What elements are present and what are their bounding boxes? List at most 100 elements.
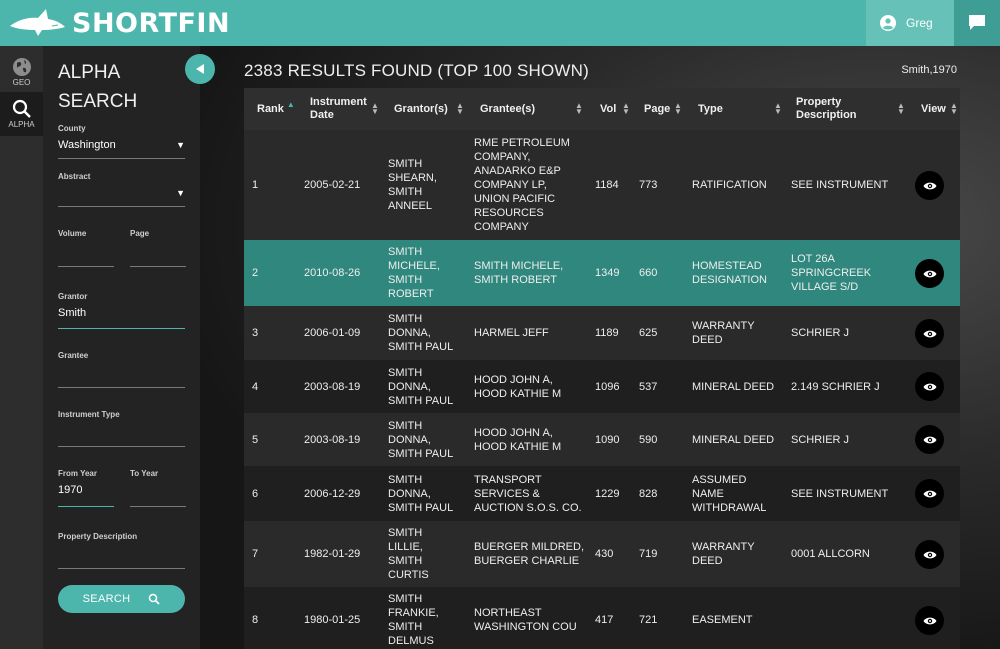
cell-date: 2010-08-26 <box>304 267 361 279</box>
cell-page: 828 <box>639 487 658 500</box>
cell-type: MINERAL DEED <box>692 433 775 446</box>
column-header-type[interactable]: Type ▲ ▼ <box>698 88 784 130</box>
column-header-grantor[interactable]: Grantor(s) ▲ ▼ <box>394 88 466 130</box>
cell-vol: 1090 <box>595 433 620 446</box>
volume-label: Volume <box>58 229 87 238</box>
user-menu[interactable]: Greg <box>866 0 954 46</box>
column-header-property-description[interactable]: Property Description ▲ ▼ <box>796 88 906 130</box>
abstract-value <box>58 185 185 201</box>
table-row[interactable]: 4 2003-08-19 SMITH DONNA, SMITH PAUL HOOD JOH… <box>244 360 960 413</box>
collapse-panel-button[interactable] <box>185 54 215 84</box>
cell-page: 625 <box>639 327 658 339</box>
cell-vol: 1349 <box>595 267 620 279</box>
sort-asc-icon: ▲ <box>286 100 295 109</box>
cell-page: 719 <box>639 548 658 560</box>
cell-rank: 3 <box>252 327 259 339</box>
instrument-type-value <box>58 423 185 439</box>
cell-property: SCHRIER J <box>791 327 850 339</box>
panel-title-line1: ALPHA <box>58 62 121 83</box>
column-header-vol[interactable]: Vol ▲ ▼ <box>600 88 632 130</box>
view-button[interactable] <box>915 540 944 569</box>
column-header-view[interactable]: View ▲ ▼ <box>921 88 959 130</box>
cell-vol: 1229 <box>595 487 620 500</box>
page-field[interactable]: Page <box>130 229 186 267</box>
view-button[interactable] <box>915 425 944 454</box>
cell-page: 590 <box>639 433 658 446</box>
cell-property: SEE INSTRUMENT <box>791 179 889 191</box>
column-header-rank[interactable]: Rank ▲ <box>257 88 297 130</box>
grantee-field[interactable]: Grantee <box>58 351 185 388</box>
table-row[interactable]: 7 1982-01-29 SMITH LILLIE, SMITH CURTIS BUERGE… <box>244 521 960 587</box>
panel-title-line2: SEARCH <box>58 91 138 112</box>
abstract-select[interactable]: Abstract ▼ <box>58 172 185 207</box>
from-year-value: 1970 <box>58 484 83 496</box>
cell-vol: 1096 <box>595 380 620 393</box>
table-row[interactable]: 2 2010-08-26 SMITH MICHELE, SMITH ROBERT SMITH… <box>244 240 960 306</box>
county-select[interactable]: County Washington ▼ <box>58 124 185 159</box>
cell-grantor: SMITH FRANKIE, SMITH DELMUS <box>388 593 439 647</box>
column-header-instrument-date[interactable]: Instrument Date ▲ ▼ <box>310 88 380 130</box>
cell-page: 773 <box>639 179 658 191</box>
cell-type: HOMESTEAD DESIGNATION <box>692 260 767 286</box>
grantor-field[interactable]: Grantor Smith <box>58 292 185 329</box>
view-button[interactable] <box>915 372 944 401</box>
cell-page: 537 <box>639 380 658 393</box>
eye-icon <box>923 182 936 189</box>
view-button[interactable] <box>915 259 944 288</box>
instrument-type-label: Instrument Type <box>58 410 120 419</box>
abstract-label: Abstract <box>58 172 91 181</box>
to-year-field[interactable]: To Year <box>130 469 186 507</box>
cell-rank: 7 <box>252 548 259 560</box>
table-row[interactable]: 3 2006-01-09 SMITH DONNA, SMITH PAUL HARMEL J… <box>244 306 960 360</box>
rail-item-geo[interactable]: GEO <box>0 50 43 94</box>
view-button[interactable] <box>915 171 944 200</box>
cell-grantor: SMITH MICHELE, SMITH ROBERT <box>388 246 440 300</box>
column-header-grantee[interactable]: Grantee(s) ▲ ▼ <box>480 88 584 130</box>
globe-icon <box>12 58 31 76</box>
cell-date: 2006-01-09 <box>304 327 361 339</box>
cell-grantor: SMITH LILLIE, SMITH CURTIS <box>388 527 429 581</box>
query-summary: Smith,1970 <box>901 64 957 76</box>
grantee-value <box>58 364 185 380</box>
eye-icon <box>923 383 936 390</box>
sort-icon: ▲ ▼ <box>371 101 379 116</box>
view-button[interactable] <box>915 479 944 508</box>
to-year-value <box>130 482 186 498</box>
chat-button[interactable] <box>954 0 1000 46</box>
cell-type: EASEMENT <box>692 614 753 626</box>
cell-date: 2006-12-29 <box>304 487 361 500</box>
from-year-label: From Year <box>58 469 97 478</box>
property-description-field[interactable]: Property Description <box>58 532 185 569</box>
cell-property <box>791 587 906 649</box>
grantor-value: Smith <box>58 307 87 319</box>
rail-item-alpha[interactable]: ALPHA <box>0 92 43 136</box>
from-year-field[interactable]: From Year 1970 <box>58 469 114 507</box>
table-row[interactable]: 1 2005-02-21 SMITH SHEARN, SMITH ANNEEL RME PE… <box>244 130 960 240</box>
eye-icon <box>923 617 936 624</box>
property-description-value <box>58 545 185 561</box>
cell-property: 2.149 SCHRIER J <box>791 380 880 393</box>
table-row[interactable]: 8 1980-01-25 SMITH FRANKIE, SMITH DELMUS NORTH… <box>244 587 960 649</box>
table-row[interactable]: 5 2003-08-19 SMITH DONNA, SMITH PAUL HOOD JOH… <box>244 413 960 466</box>
cell-grantor: SMITH DONNA, SMITH PAUL <box>388 313 454 353</box>
panel-title: ALPHA SEARCH <box>58 58 137 116</box>
search-icon <box>12 99 31 118</box>
cell-grantee: RME PETROLEUM COMPANY, ANADARKO E&P COMPANY… <box>474 137 570 233</box>
to-year-label: To Year <box>130 469 159 478</box>
cell-grantee: NORTHEAST WASHINGTON COU <box>474 607 577 633</box>
brand-logo[interactable]: SHORTFIN <box>8 4 230 42</box>
cell-vol: 1184 <box>595 179 619 191</box>
cell-grantor: SMITH SHEARN, SMITH ANNEEL <box>388 158 437 212</box>
cell-type: MINERAL DEED <box>692 380 775 393</box>
instrument-type-field[interactable]: Instrument Type <box>58 410 185 447</box>
table-row[interactable]: 6 2006-12-29 SMITH DONNA, SMITH PAUL TRANSPOR… <box>244 466 960 521</box>
search-button[interactable]: SEARCH <box>58 585 185 613</box>
view-button[interactable] <box>915 606 944 635</box>
column-header-page[interactable]: Page ▲ ▼ <box>644 88 684 130</box>
volume-field[interactable]: Volume <box>58 229 114 267</box>
view-button[interactable] <box>915 319 944 348</box>
results-count: 2383 <box>244 61 283 80</box>
cell-vol: 417 <box>595 614 614 626</box>
cell-grantee: HOOD JOHN A, HOOD KATHIE M <box>474 426 562 453</box>
cell-date: 1982-01-29 <box>304 548 361 560</box>
